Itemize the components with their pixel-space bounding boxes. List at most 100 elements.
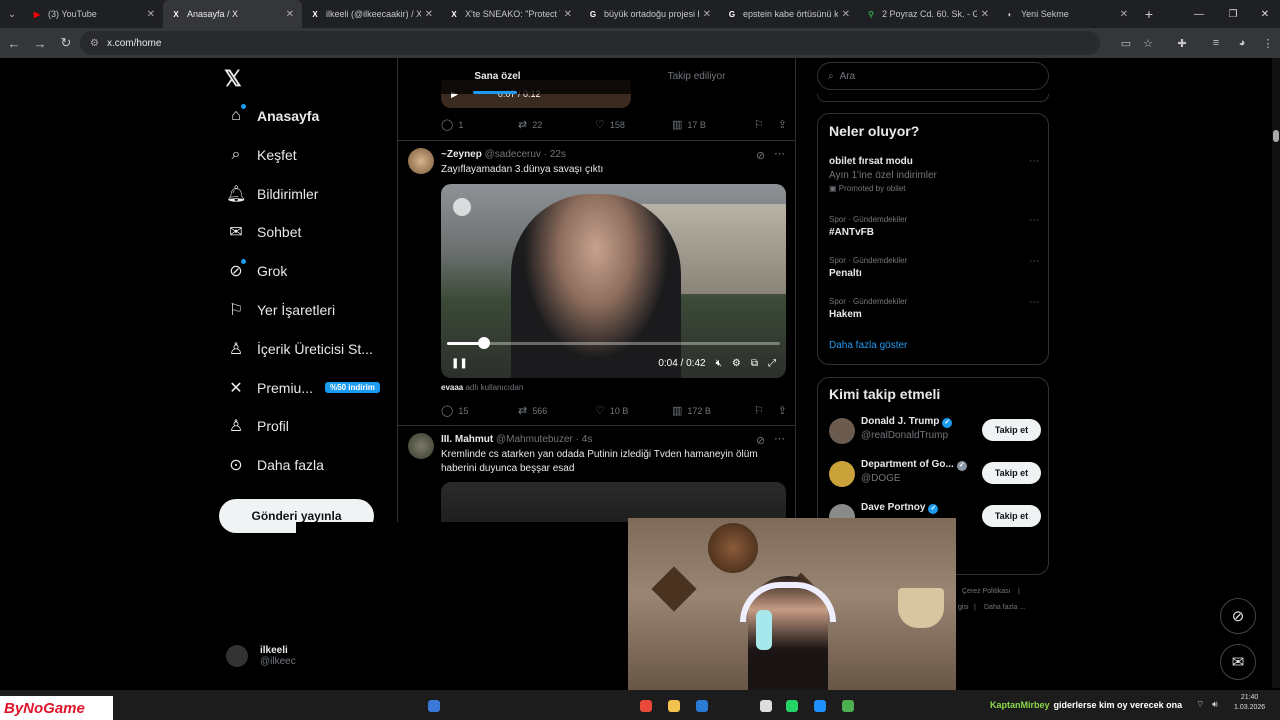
settings-icon[interactable]: ⚙	[732, 358, 741, 369]
trend-item[interactable]: Spor · Gündemdekiler Hakem ⋯	[829, 297, 1039, 320]
close-tab-icon[interactable]: ✕	[286, 9, 294, 20]
sidebar-item[interactable]: ⚐ Yer İşaretleri	[226, 295, 335, 325]
share-icon[interactable]: ⇪	[778, 404, 787, 417]
sidebar-item[interactable]: ⌂ Anasayfa	[226, 101, 319, 131]
close-tab-icon[interactable]: ✕	[564, 9, 572, 20]
close-tab-icon[interactable]: ✕	[981, 9, 989, 20]
cast-icon[interactable]: ▭	[1114, 31, 1138, 55]
tab-for-you[interactable]: Sana özel	[398, 58, 597, 94]
footer-link[interactable]: Çerez Politikası	[962, 588, 1011, 595]
browser-tab[interactable]: Gbüyük ortadoğu projesi h ✕	[580, 0, 719, 28]
post-time[interactable]: · 4s	[576, 434, 593, 445]
show-more-link[interactable]: Daha fazla göster	[829, 340, 907, 351]
video-player[interactable]: ❚❚ 0:04 / 0:42 🔇︎ ⚙ ⧉ ⤢	[441, 184, 786, 378]
footer-link[interactable]: gisi	[958, 604, 969, 611]
sidebar-item[interactable]: 🔔︎ Bildirimler	[226, 179, 318, 209]
pause-icon[interactable]: ❚❚	[451, 358, 468, 369]
fullscreen-icon[interactable]: ⤢	[768, 358, 776, 369]
back-button[interactable]: ←	[2, 31, 26, 55]
sidebar-item[interactable]: ⌕ Keşfet	[226, 140, 297, 170]
avatar[interactable]	[408, 433, 434, 459]
avatar[interactable]	[829, 418, 855, 444]
browser-tab[interactable]: X X'te SNEAKO: "Protect Tu ✕	[441, 0, 580, 28]
close-tab-icon[interactable]: ✕	[425, 9, 433, 20]
more-icon[interactable]: ⋯	[1029, 156, 1039, 167]
reply-button[interactable]: ◯ 1	[441, 118, 518, 131]
pip-icon[interactable]: ⧉	[751, 358, 758, 369]
more-icon[interactable]: ⋯	[1029, 297, 1039, 308]
follow-button[interactable]: Takip et	[982, 505, 1041, 527]
bookmark-star-icon[interactable]: ☆	[1136, 31, 1160, 55]
page-scrollbar[interactable]	[1272, 58, 1280, 688]
avatar[interactable]	[408, 148, 434, 174]
follow-suggestion[interactable]: Department of Go... ✓ @DOGE Takip et	[829, 459, 1041, 489]
author-handle[interactable]: @Mahmutebuzer	[496, 434, 573, 445]
start-icon[interactable]	[428, 700, 440, 712]
views-button[interactable]: ▥ 172 B	[672, 404, 749, 417]
author-name[interactable]: III. Mahmut	[441, 434, 493, 445]
restore-button[interactable]: ❐	[1218, 0, 1248, 28]
reload-button[interactable]: ↻	[54, 31, 78, 55]
video-progress-bar[interactable]	[447, 337, 780, 349]
messages-float-button[interactable]: ✉	[1220, 644, 1256, 680]
grok-float-button[interactable]: ⊘	[1220, 598, 1256, 634]
grok-icon[interactable]: ⊘	[756, 149, 765, 162]
trend-item[interactable]: obilet fırsat modu Ayın 1'ine özel indir…	[829, 156, 1039, 193]
sidebar-item[interactable]: ♙ Profil	[226, 411, 289, 441]
extensions-icon[interactable]: ✚	[1170, 31, 1194, 55]
close-window-button[interactable]: ✕	[1250, 0, 1280, 28]
author-name[interactable]: ~Zeynep	[441, 149, 482, 160]
close-tab-icon[interactable]: ✕	[147, 9, 155, 20]
sidebar-item[interactable]: ⊘ Grok	[226, 256, 287, 286]
trend-item[interactable]: Spor · Gündemdekiler #ANTvFB ⋯	[829, 215, 1039, 238]
scrollbar-thumb[interactable]	[1273, 130, 1279, 142]
sidebar-item[interactable]: ⊙ Daha fazla	[226, 450, 324, 480]
like-button[interactable]: ♡ 158	[595, 118, 672, 131]
follow-suggestion[interactable]: Donald J. Trump ✓ @realDonaldTrump Takip …	[829, 416, 1041, 446]
browser-tab[interactable]: Xilkeeli (@ilkeecaakir) / X ✕	[302, 0, 441, 28]
app-icon[interactable]	[814, 700, 826, 712]
volume-icon[interactable]: 🔊︎	[1212, 699, 1218, 710]
browser-tab[interactable]: ▶ (3) YouTube ✕	[24, 0, 163, 28]
more-icon[interactable]: ⋯	[774, 147, 785, 160]
browser-tab[interactable]: X Anasayfa / X ✕	[163, 0, 302, 28]
video-scrub-handle[interactable]	[477, 337, 490, 349]
app-icon[interactable]	[760, 700, 772, 712]
bookmark-icon[interactable]: ⚐	[754, 118, 764, 131]
close-tab-icon[interactable]: ✕	[703, 9, 711, 20]
whatsapp-icon[interactable]	[786, 700, 798, 712]
profile-avatar-icon[interactable]: ◕	[1230, 31, 1254, 55]
more-icon[interactable]: ⋯	[1029, 256, 1039, 267]
reply-button[interactable]: ◯ 15	[441, 404, 518, 417]
mute-icon[interactable]: 🔇︎	[716, 358, 722, 369]
forward-button[interactable]: →	[28, 31, 52, 55]
system-clock[interactable]: 21:40 1.03.2026	[1234, 693, 1265, 713]
account-switcher[interactable]: ilkeeli @ilkeec	[226, 645, 296, 667]
site-info-icon[interactable]: ⚙	[90, 38, 99, 49]
app-icon[interactable]	[640, 700, 652, 712]
tab-search-button[interactable]: ⌄	[0, 0, 24, 28]
close-tab-icon[interactable]: ✕	[842, 9, 850, 20]
browser-tab[interactable]: Gepstein kabe örtüsünü kir ✕	[719, 0, 858, 28]
search-input[interactable]: ⌕ Ara	[817, 62, 1049, 90]
x-logo-icon[interactable]: 𝕏	[224, 66, 242, 92]
folder-icon[interactable]	[668, 700, 680, 712]
trend-item[interactable]: Spor · Gündemdekiler Penaltı ⋯	[829, 256, 1039, 279]
like-button[interactable]: ♡ 10 B	[595, 404, 672, 417]
follow-button[interactable]: Takip et	[982, 419, 1041, 441]
grok-icon[interactable]: ⊘	[756, 434, 765, 447]
sidebar-item[interactable]: ♙ İçerik Üreticisi St...	[226, 334, 373, 364]
browser-tab[interactable]: ⚲ 2 Poyraz Cd. 60. Sk. - Goo ✕	[858, 0, 997, 28]
footer-link[interactable]: Daha fazla ...	[984, 604, 1025, 611]
new-tab-button[interactable]: +	[1136, 6, 1162, 22]
url-field[interactable]: ⚙ x.com/home	[80, 31, 1100, 55]
more-icon[interactable]: ⋯	[774, 432, 785, 445]
repost-button[interactable]: ⇄ 22	[518, 118, 595, 131]
credit-user[interactable]: evaaa	[441, 383, 463, 392]
edge-icon[interactable]	[696, 700, 708, 712]
chrome-icon[interactable]	[842, 700, 854, 712]
media-controls-icon[interactable]: ≡	[1204, 31, 1228, 55]
minimize-button[interactable]: —	[1184, 0, 1214, 28]
browser-tab[interactable]: ◐ Yeni Sekme ✕	[997, 0, 1136, 28]
sidebar-item[interactable]: ✕ Premiu... %50 indirim	[226, 373, 380, 403]
